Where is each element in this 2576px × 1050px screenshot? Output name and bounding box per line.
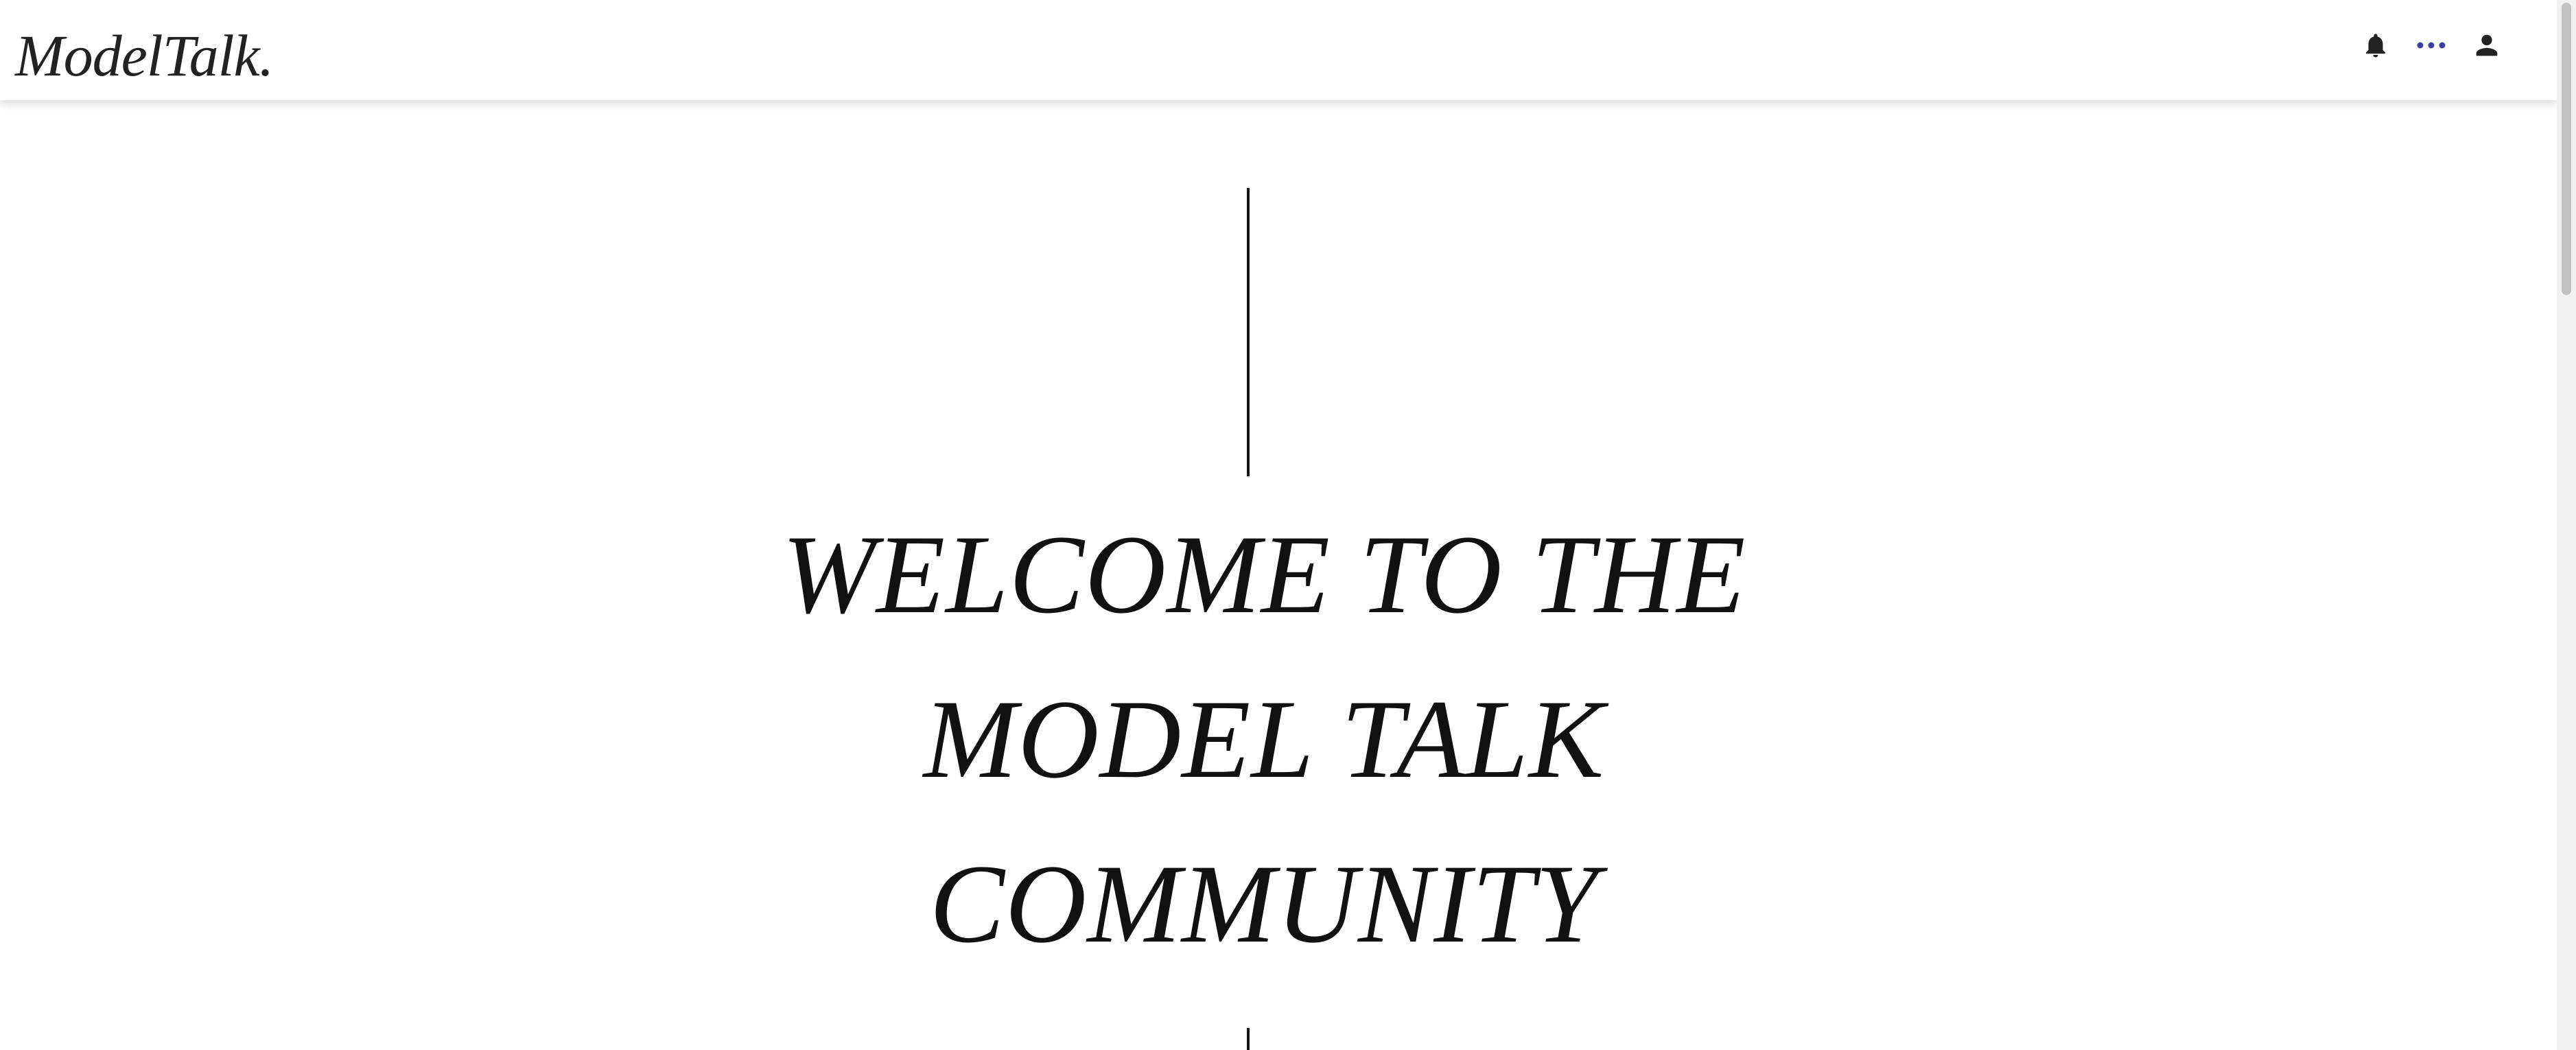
site-logo[interactable]: ModelTalk.	[15, 26, 274, 85]
hero-divider-bottom	[1247, 1028, 1250, 1050]
more-icon	[2417, 42, 2446, 49]
hero-title-line-2: MODEL TALK	[923, 677, 1605, 802]
user-icon	[2476, 34, 2498, 56]
bell-icon	[2366, 34, 2385, 58]
page: ModelTalk. WELCOME TO THE MODEL TALK COM…	[0, 0, 2576, 1050]
top-navigation-bar: ModelTalk.	[0, 0, 2557, 100]
notifications-button[interactable]	[2355, 25, 2396, 66]
scrollbar-thumb[interactable]	[2562, 3, 2571, 295]
hero-title: WELCOME TO THE MODEL TALK COMMUNITY	[592, 493, 1936, 987]
hero-divider-top	[1247, 188, 1250, 476]
vertical-scrollbar[interactable]	[2557, 0, 2576, 1050]
more-options-button[interactable]	[2411, 25, 2452, 66]
hero-title-line-3: COMMUNITY	[929, 842, 1599, 966]
account-button[interactable]	[2466, 25, 2507, 66]
hero-title-line-1: WELCOME TO THE	[782, 513, 1746, 637]
